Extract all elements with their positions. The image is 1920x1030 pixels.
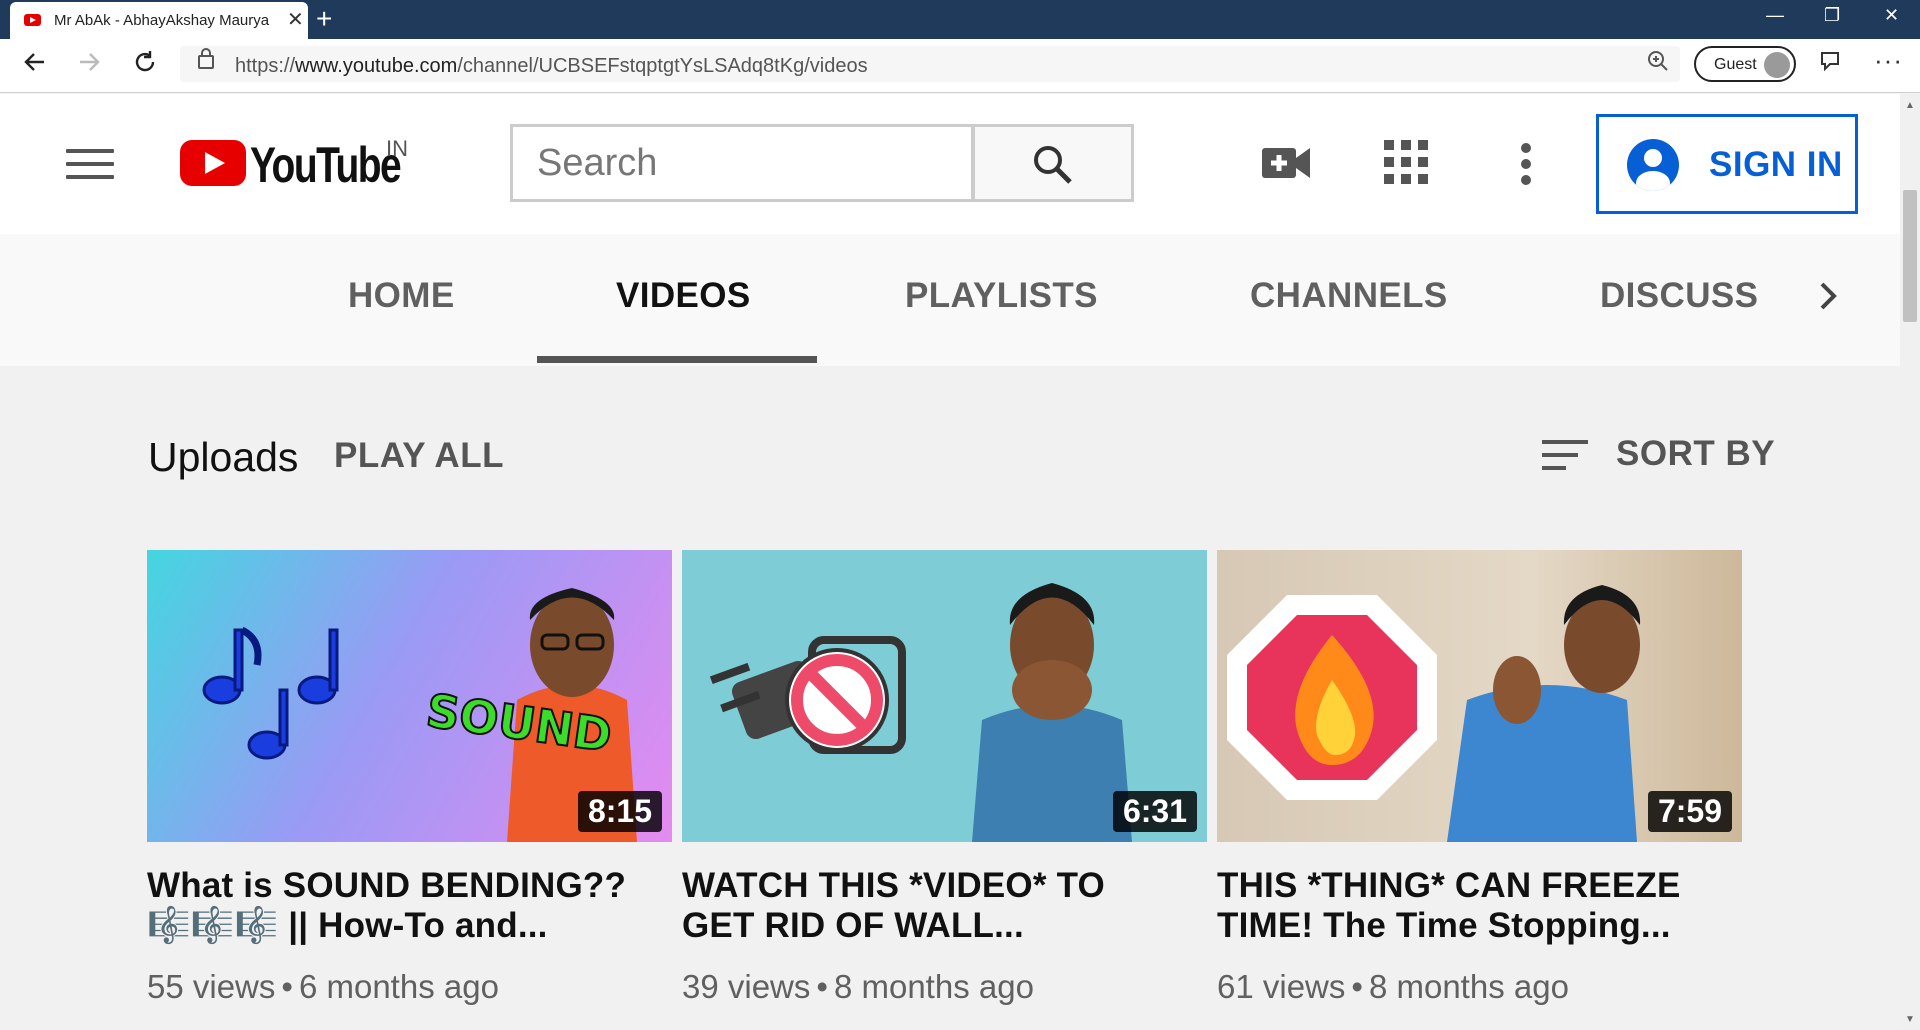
youtube-logo-text[interactable]: YouTube xyxy=(250,136,402,194)
tab-channels[interactable]: CHANNELS xyxy=(1250,276,1448,316)
feedback-icon[interactable] xyxy=(1818,49,1842,79)
upload-age: 8 months ago xyxy=(1368,968,1569,1005)
upload-age: 8 months ago xyxy=(833,968,1034,1005)
video-duration: 8:15 xyxy=(577,791,662,832)
youtube-logo-icon[interactable] xyxy=(180,140,246,186)
url-text: https://www.youtube.com/channel/UCBSEFst… xyxy=(235,55,868,77)
guest-avatar-icon xyxy=(1764,52,1790,78)
back-icon[interactable] xyxy=(22,49,48,81)
upload-age: 6 months ago xyxy=(298,968,499,1005)
more-icon[interactable]: ··· xyxy=(1874,45,1903,76)
video-title[interactable]: THIS *THING* CAN FREEZE TIME! The Time S… xyxy=(1217,866,1742,946)
view-count: 55 views xyxy=(147,968,276,1005)
youtube-favicon-icon xyxy=(24,14,41,26)
close-window-button[interactable]: ✕ xyxy=(1884,5,1899,25)
chevron-right-icon[interactable] xyxy=(1816,276,1840,322)
lock-icon xyxy=(198,48,214,69)
create-video-icon[interactable] xyxy=(1262,146,1310,185)
active-tab-indicator xyxy=(537,356,817,363)
uploads-heading: Uploads xyxy=(148,434,299,480)
video-meta: 39 views • 8 months ago xyxy=(682,968,1034,1005)
zoom-icon[interactable] xyxy=(1646,49,1670,79)
video-duration: 7:59 xyxy=(1647,791,1732,832)
guest-profile-button[interactable]: Guest xyxy=(1694,46,1796,82)
video-card[interactable]: 6:31 WATCH THIS *VIDEO* TO GET RID OF WA… xyxy=(682,550,1207,1006)
video-card[interactable]: 7:59 THIS *THING* CAN FREEZE TIME! The T… xyxy=(1217,550,1742,1006)
settings-dots-icon[interactable] xyxy=(1520,142,1532,191)
restore-button[interactable]: ❐ xyxy=(1824,5,1840,25)
scrollbar-thumb[interactable] xyxy=(1903,190,1917,322)
search-button[interactable] xyxy=(972,124,1134,202)
tab-title: Mr AbAk - AbhayAkshay Maurya xyxy=(54,12,270,29)
search-box[interactable] xyxy=(510,124,974,202)
scroll-up-icon[interactable]: ▲ xyxy=(1905,100,1915,111)
play-all-button[interactable]: PLAY ALL xyxy=(334,436,504,476)
channel-tabs: HOME VIDEOS PLAYLISTS CHANNELS DISCUSSI xyxy=(0,234,1900,366)
youtube-page: YouTube IN SIGN IN HOME VIDEOS PL xyxy=(0,94,1900,1030)
tab-close-icon[interactable]: ✕ xyxy=(287,8,304,32)
search-input[interactable] xyxy=(513,127,971,199)
address-bar: https://www.youtube.com/channel/UCBSEFst… xyxy=(0,39,1920,93)
search-icon xyxy=(1034,146,1072,184)
video-thumbnail[interactable]: 7:59 xyxy=(1217,550,1742,842)
new-tab-button[interactable]: + xyxy=(316,3,332,35)
account-icon xyxy=(1627,139,1679,191)
video-title[interactable]: What is SOUND BENDING?? 🎼🎼🎼 || How-To an… xyxy=(147,866,672,946)
sort-by-button[interactable]: SORT BY xyxy=(1616,434,1775,474)
masthead: YouTube IN SIGN IN xyxy=(0,94,1900,234)
country-code: IN xyxy=(386,136,408,161)
sign-in-button[interactable]: SIGN IN xyxy=(1596,114,1858,214)
tab-playlists[interactable]: PLAYLISTS xyxy=(905,276,1098,316)
video-thumbnail[interactable]: 6:31 xyxy=(682,550,1207,842)
video-title[interactable]: WATCH THIS *VIDEO* TO GET RID OF WALL... xyxy=(682,866,1207,946)
apps-grid-icon[interactable] xyxy=(1384,140,1428,189)
video-duration: 6:31 xyxy=(1112,791,1197,832)
minimize-button[interactable]: — xyxy=(1766,5,1784,25)
video-meta: 55 views • 6 months ago xyxy=(147,968,499,1005)
view-count: 39 views xyxy=(682,968,811,1005)
refresh-icon[interactable] xyxy=(132,49,158,81)
tab-discussion[interactable]: DISCUSSI xyxy=(1600,276,1760,316)
tab-videos[interactable]: VIDEOS xyxy=(616,276,751,316)
forward-icon[interactable] xyxy=(76,49,102,81)
video-card[interactable]: SOUND 8:15 What is SOUND BENDING?? 🎼🎼🎼 |… xyxy=(147,550,672,1006)
video-meta: 61 views • 8 months ago xyxy=(1217,968,1569,1005)
view-count: 61 views xyxy=(1217,968,1346,1005)
video-thumbnail[interactable]: SOUND 8:15 xyxy=(147,550,672,842)
scroll-down-icon[interactable]: ▼ xyxy=(1905,1014,1915,1025)
browser-tab[interactable]: Mr AbAk - AbhayAkshay Maurya ✕ xyxy=(10,2,308,39)
sort-icon[interactable] xyxy=(1542,440,1588,479)
browser-titlebar: Mr AbAk - AbhayAkshay Maurya ✕ + — ❐ ✕ xyxy=(0,0,1920,39)
tab-home[interactable]: HOME xyxy=(348,276,455,316)
url-field[interactable]: https://www.youtube.com/channel/UCBSEFst… xyxy=(180,46,1680,82)
menu-icon[interactable] xyxy=(66,149,114,188)
